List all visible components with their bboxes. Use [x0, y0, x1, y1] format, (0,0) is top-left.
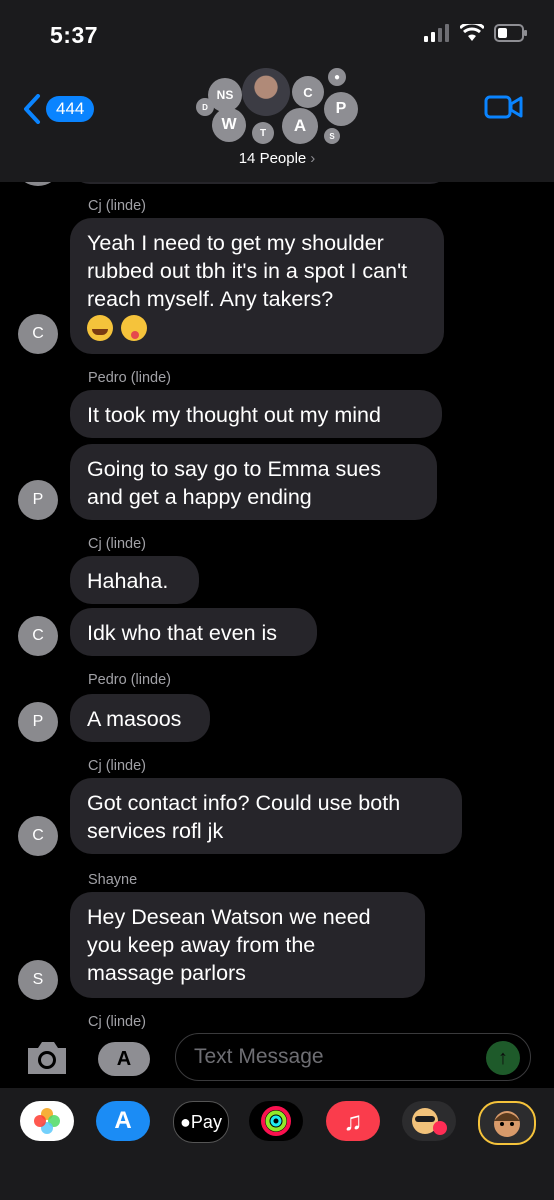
- sender-name: Shayne: [88, 872, 138, 888]
- message-bubble[interactable]: A masoos: [70, 694, 210, 742]
- sender-name: Cj (linde): [88, 198, 147, 214]
- sender-name: Pedro (linde): [88, 672, 172, 688]
- message-bubble[interactable]: Yeah I need to get my shoulder rubbed ou…: [70, 218, 444, 354]
- message-text: Hey Desean Watson we need you keep away …: [87, 905, 371, 985]
- memoji-stickers-icon[interactable]: [402, 1101, 456, 1141]
- status-bar: 5:37: [0, 0, 554, 70]
- avatar-photo: [242, 68, 290, 116]
- group-info-link[interactable]: 14 People ›: [0, 150, 554, 167]
- avatar[interactable]: P: [18, 702, 58, 742]
- app-store-apps-icon[interactable]: A: [98, 1042, 150, 1076]
- message-text: Going to say go to Emma sues and get a h…: [87, 457, 381, 509]
- music-app-icon[interactable]: ♫: [326, 1101, 380, 1141]
- avatar[interactable]: C: [18, 616, 58, 656]
- message-text: Yeah I need to get my shoulder rubbed ou…: [87, 231, 408, 311]
- message-bubble-partial: [70, 182, 450, 184]
- send-button[interactable]: ↑: [486, 1041, 520, 1075]
- message-bubble[interactable]: It took my thought out my mind: [70, 390, 442, 438]
- message-bubble[interactable]: Hahaha.: [70, 556, 199, 604]
- people-count: 14 People: [238, 150, 307, 167]
- message-text: Hahaha.: [87, 569, 169, 593]
- avatar: D: [196, 98, 214, 116]
- message-input[interactable]: [175, 1033, 531, 1081]
- sender-name: Cj (linde): [88, 536, 147, 552]
- activity-app-icon[interactable]: [249, 1101, 303, 1141]
- message-bubble[interactable]: Got contact info? Could use both service…: [70, 778, 462, 854]
- cellular-signal-icon: [424, 24, 449, 42]
- message-text: Got contact info? Could use both service…: [87, 791, 401, 843]
- avatar: P: [324, 92, 358, 126]
- sender-name: Pedro (linde): [88, 370, 172, 386]
- status-icons: [424, 24, 528, 42]
- app-drawer: A ● Pay ♫: [0, 1088, 554, 1200]
- avatar[interactable]: S: [18, 960, 58, 1000]
- conversation-header: 444 NS C ● D W T A P S 14 People ›: [0, 68, 554, 182]
- message-bubble[interactable]: Hey Desean Watson we need you keep away …: [70, 892, 425, 998]
- chevron-right-icon: ›: [310, 150, 316, 167]
- app-store-icon[interactable]: A: [96, 1101, 150, 1141]
- chevron-left-icon: [24, 94, 40, 124]
- message-text: It took my thought out my mind: [87, 403, 381, 427]
- avatar: [18, 182, 58, 186]
- apple-pay-app-icon[interactable]: ● Pay: [173, 1101, 229, 1143]
- clock-time: 5:37: [50, 22, 99, 48]
- avatar: C: [292, 76, 324, 108]
- message-bubble[interactable]: Going to say go to Emma sues and get a h…: [70, 444, 437, 520]
- memoji-icon[interactable]: [478, 1101, 536, 1145]
- avatar: A: [282, 108, 318, 144]
- battery-icon: [494, 24, 527, 42]
- camera-icon[interactable]: [24, 1038, 70, 1078]
- avatar: W: [212, 108, 246, 142]
- message-text: Idk who that even is: [87, 621, 278, 645]
- contact-avatar-icon: ●: [328, 68, 346, 86]
- avatar: S: [324, 128, 340, 144]
- avatar[interactable]: P: [18, 480, 58, 520]
- compose-bar: A ↑: [0, 1030, 554, 1088]
- message-text: A masoos: [87, 707, 182, 731]
- avatar[interactable]: C: [18, 314, 58, 354]
- wifi-icon: [460, 24, 484, 41]
- group-avatars[interactable]: NS C ● D W T A P S: [194, 68, 364, 144]
- avatar: T: [252, 122, 274, 144]
- message-list[interactable]: Cj (linde) Yeah I need to get my shoulde…: [0, 182, 554, 1030]
- photos-app-icon[interactable]: [20, 1101, 74, 1141]
- avatar[interactable]: C: [18, 816, 58, 856]
- arrow-up-icon: ↑: [498, 1046, 508, 1069]
- unread-count-badge: 444: [46, 96, 95, 122]
- sender-name: Cj (linde): [88, 758, 147, 774]
- sender-name: Cj (linde): [88, 1014, 147, 1030]
- apple-pay-label: Pay: [190, 1111, 222, 1132]
- winking-tongue-emoji-icon: [121, 315, 147, 342]
- video-call-icon[interactable]: [484, 94, 524, 120]
- back-button[interactable]: 444: [22, 94, 95, 124]
- rofl-emoji-icon: [87, 315, 113, 342]
- message-bubble[interactable]: Idk who that even is: [70, 608, 317, 656]
